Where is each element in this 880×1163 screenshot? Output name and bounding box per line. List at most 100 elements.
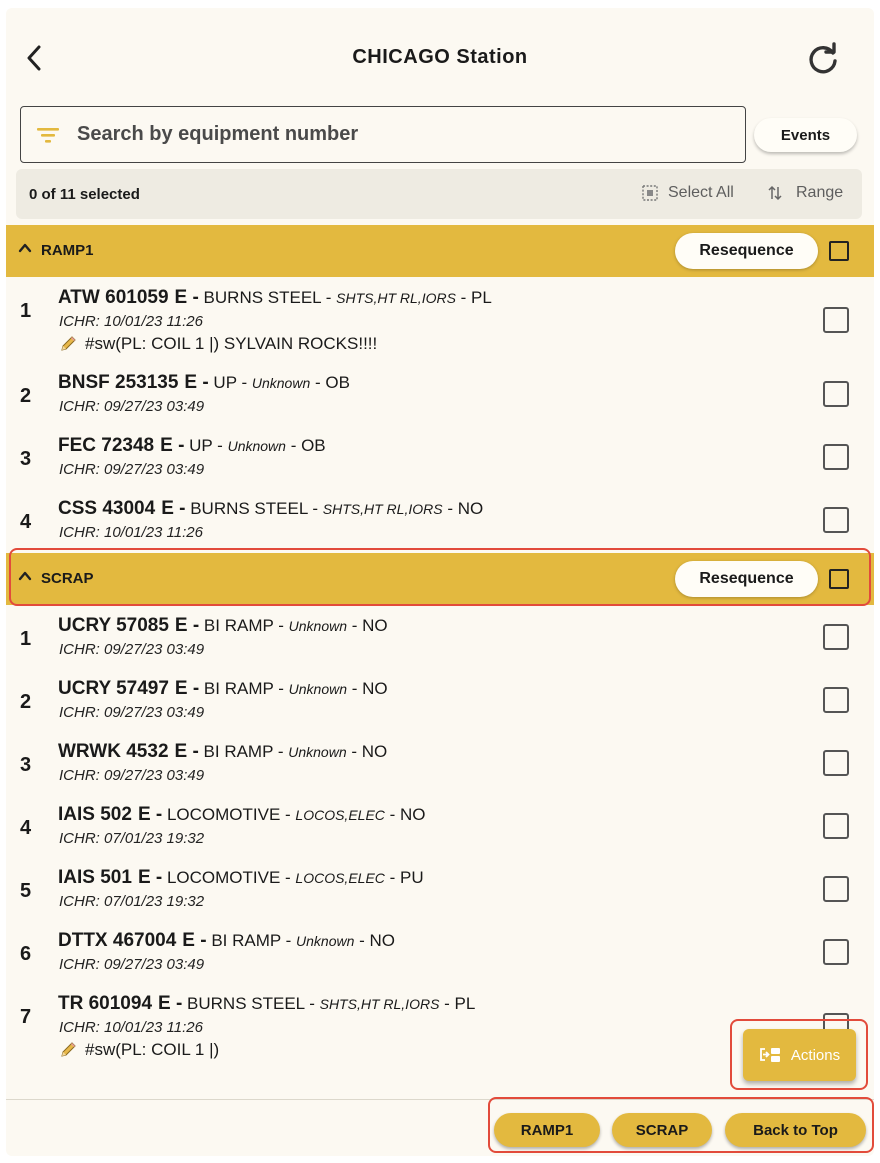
load-status: E - bbox=[174, 678, 200, 699]
destination: - NO bbox=[389, 805, 426, 824]
group-checkbox[interactable] bbox=[829, 241, 849, 261]
destination: - PL bbox=[460, 288, 492, 307]
resequence-button[interactable]: Resequence bbox=[675, 561, 818, 597]
load-status: E - bbox=[174, 287, 199, 308]
load-status: E - bbox=[137, 867, 163, 888]
load-status: E - bbox=[174, 615, 200, 636]
commodity: SHTS,HT RL,IORS bbox=[336, 290, 456, 306]
destination: - NO bbox=[351, 616, 388, 635]
location: BURNS STEEL - bbox=[203, 288, 332, 307]
row-checkbox[interactable] bbox=[823, 813, 849, 839]
destination: - NO bbox=[351, 742, 388, 761]
row-summary: DTTX 467004 E - BI RAMP - Unknown - NO bbox=[58, 930, 395, 952]
interchange-time: ICHR: 09/27/23 03:49 bbox=[59, 398, 205, 415]
interchange-time: ICHR: 09/27/23 03:49 bbox=[59, 767, 205, 784]
resequence-button[interactable]: Resequence bbox=[675, 233, 818, 269]
page-title: CHICAGO Station bbox=[352, 46, 528, 68]
jump-scrap-button[interactable]: SCRAP bbox=[612, 1113, 712, 1147]
selection-bar: 0 of 11 selected Select All Range bbox=[16, 169, 862, 219]
app-screen: CHICAGO Station Events 0 of 11 selected … bbox=[6, 8, 874, 1156]
range-button[interactable]: Range bbox=[768, 184, 843, 202]
commodity: Unknown bbox=[288, 744, 347, 760]
sort-arrows-icon bbox=[768, 185, 782, 201]
search-box[interactable] bbox=[20, 106, 746, 163]
row-number: 4 bbox=[20, 817, 32, 839]
select-all-button[interactable]: Select All bbox=[642, 184, 734, 202]
refresh-button[interactable] bbox=[806, 42, 840, 76]
search-input[interactable] bbox=[77, 123, 677, 146]
row-number: 4 bbox=[20, 511, 32, 533]
row-checkbox[interactable] bbox=[823, 444, 849, 470]
header: CHICAGO Station bbox=[6, 8, 874, 104]
group-name: RAMP1 bbox=[41, 242, 94, 259]
range-label: Range bbox=[796, 184, 844, 201]
interchange-time: ICHR: 10/01/23 11:26 bbox=[59, 1019, 203, 1036]
equipment-number: FEC 72348 bbox=[58, 435, 155, 456]
refresh-icon bbox=[809, 42, 837, 74]
load-status: E - bbox=[182, 930, 207, 951]
filter-icon[interactable] bbox=[37, 126, 59, 144]
row-number: 2 bbox=[20, 691, 32, 713]
equipment-number: BNSF 253135 bbox=[58, 372, 179, 393]
destination: - PU bbox=[389, 868, 424, 887]
interchange-time: ICHR: 09/27/23 03:49 bbox=[59, 956, 205, 973]
interchange-time: ICHR: 07/01/23 19:32 bbox=[59, 830, 205, 847]
group-name: SCRAP bbox=[41, 570, 94, 587]
equipment-number: CSS 43004 bbox=[58, 498, 156, 519]
destination: - NO bbox=[359, 931, 396, 950]
row-summary: IAIS 501 E - LOCOMOTIVE - LOCOS,ELEC - PU bbox=[58, 867, 424, 889]
load-status: E - bbox=[137, 804, 163, 825]
location: LOCOMOTIVE - bbox=[166, 868, 291, 887]
commodity: Unknown bbox=[251, 375, 311, 391]
row-number: 3 bbox=[20, 448, 32, 470]
interchange-time: ICHR: 09/27/23 03:49 bbox=[59, 704, 205, 721]
location: BI RAMP - bbox=[211, 931, 292, 950]
equipment-number: TR 601094 bbox=[58, 993, 153, 1014]
row-checkbox[interactable] bbox=[823, 876, 849, 902]
row-checkbox[interactable] bbox=[823, 381, 849, 407]
row-number: 2 bbox=[20, 385, 32, 407]
row-checkbox[interactable] bbox=[823, 939, 849, 965]
row-summary: UCRY 57497 E - BI RAMP - Unknown - NO bbox=[58, 678, 388, 700]
chevron-up-icon[interactable] bbox=[18, 241, 32, 255]
row-checkbox[interactable] bbox=[823, 507, 849, 533]
row-number: 6 bbox=[20, 943, 32, 965]
interchange-time: ICHR: 10/01/23 11:26 bbox=[59, 524, 203, 541]
row-summary: ATW 601059 E - BURNS STEEL - SHTS,HT RL,I… bbox=[58, 287, 492, 309]
selected-count: 0 of 11 selected bbox=[29, 186, 140, 203]
load-status: E - bbox=[184, 372, 209, 393]
row-checkbox[interactable] bbox=[823, 687, 849, 713]
select-all-label: Select All bbox=[668, 184, 734, 201]
note-text: #sw(PL: COIL 1 |) SYLVAIN ROCKS!!!! bbox=[85, 334, 378, 353]
destination: - PL bbox=[444, 994, 476, 1013]
back-to-top-button[interactable]: Back to Top bbox=[725, 1113, 866, 1147]
pencil-icon bbox=[61, 336, 76, 351]
pencil-icon bbox=[61, 1042, 76, 1057]
location: UP - bbox=[189, 436, 223, 455]
actions-label: Actions bbox=[790, 1046, 841, 1064]
row-number: 3 bbox=[20, 754, 32, 776]
equipment-number: UCRY 57497 bbox=[58, 678, 169, 699]
equipment-number: UCRY 57085 bbox=[58, 615, 169, 636]
row-summary: TR 601094 E - BURNS STEEL - SHTS,HT RL,IO… bbox=[58, 993, 475, 1015]
group-checkbox[interactable] bbox=[829, 569, 849, 589]
actions-button[interactable]: Actions bbox=[743, 1029, 856, 1081]
row-checkbox[interactable] bbox=[823, 624, 849, 650]
row-summary: UCRY 57085 E - BI RAMP - Unknown - NO bbox=[58, 615, 388, 637]
jump-ramp1-button[interactable]: RAMP1 bbox=[494, 1113, 600, 1147]
row-number: 1 bbox=[20, 300, 32, 322]
events-button[interactable]: Events bbox=[754, 118, 857, 152]
equipment-number: IAIS 501 bbox=[58, 867, 132, 888]
chevron-up-icon[interactable] bbox=[18, 569, 32, 583]
destination: - NO bbox=[447, 499, 484, 518]
row-checkbox[interactable] bbox=[823, 750, 849, 776]
destination: - OB bbox=[290, 436, 326, 455]
row-summary: IAIS 502 E - LOCOMOTIVE - LOCOS,ELEC - NO bbox=[58, 804, 426, 826]
row-checkbox[interactable] bbox=[823, 307, 849, 333]
row-note: #sw(PL: COIL 1 |) bbox=[59, 1040, 219, 1060]
row-number: 5 bbox=[20, 880, 32, 902]
location: BURNS STEEL - bbox=[190, 499, 319, 518]
location: UP - bbox=[213, 373, 248, 392]
commodity: Unknown bbox=[227, 438, 286, 454]
row-summary: WRWK 4532 E - BI RAMP - Unknown - NO bbox=[58, 741, 387, 763]
